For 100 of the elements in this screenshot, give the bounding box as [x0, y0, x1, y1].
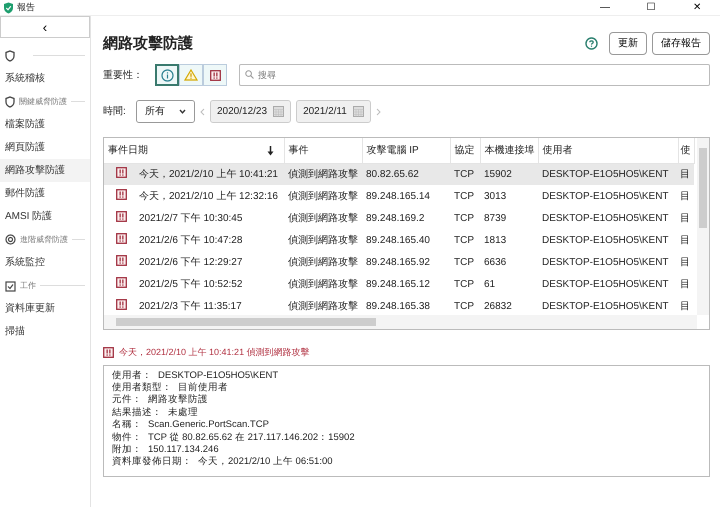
- sidebar-item[interactable]: 系統稽核: [0, 67, 90, 90]
- section-label: 關鍵威脅防護: [19, 96, 67, 108]
- table-cell: DESKTOP-E1O5HO5\KENT: [542, 190, 669, 202]
- table-cell: 偵測到網路攻擊: [288, 278, 358, 290]
- table-cell: 偵測到網路攻擊: [288, 212, 358, 224]
- table-row[interactable]: 2021/2/6 下午 10:47:28 偵測到網路攻擊 89.248.165.40 TCP 1813 DESKTOP-E1O5HO5\KENT 目: [104, 229, 694, 251]
- column-header[interactable]: 使用者: [538, 138, 678, 163]
- table-cell: 今天，2021/2/10 上午 10:41:21: [139, 168, 278, 180]
- clipboard-icon: [5, 280, 16, 292]
- table-cell: 目: [680, 300, 690, 312]
- critical-icon: [210, 70, 220, 80]
- table-cell: 8739: [484, 212, 506, 224]
- table-row[interactable]: 2021/2/6 下午 12:29:27 偵測到網路攻擊 89.248.165.92 TCP 6636 DESKTOP-E1O5HO5\KENT 目: [104, 251, 694, 273]
- table-row[interactable]: 2021/2/7 下午 10:30:45 偵測到網路攻擊 89.248.169.2 TCP 8739 DESKTOP-E1O5HO5\KENT 目: [104, 207, 694, 229]
- column-header[interactable]: 使: [678, 138, 694, 163]
- date-field[interactable]: 2021/2/11: [296, 100, 371, 123]
- critical-filter-button[interactable]: [203, 64, 227, 86]
- table-cell: 目: [680, 278, 690, 290]
- detail-label: 附加：: [112, 444, 142, 456]
- table-cell: 6636: [484, 256, 506, 268]
- table-cell: 89.248.165.12: [366, 278, 430, 290]
- table-cell: TCP: [454, 212, 474, 224]
- critical-icon: [103, 347, 114, 358]
- column-header[interactable]: 事件: [284, 138, 362, 163]
- detail-value: 150.117.134.246: [148, 444, 219, 456]
- info-icon: [160, 68, 174, 82]
- search-field[interactable]: 搜尋: [239, 64, 710, 86]
- sidebar-item[interactable]: 資料庫更新: [0, 297, 90, 320]
- table-cell: TCP: [454, 234, 474, 246]
- table-cell: TCP: [454, 300, 474, 312]
- sidebar-item[interactable]: AMSI 防護: [0, 205, 90, 228]
- critical-icon: [116, 166, 127, 178]
- horizontal-scrollbar[interactable]: [104, 315, 697, 329]
- table-cell: DESKTOP-E1O5HO5\KENT: [542, 278, 669, 290]
- warning-icon: [184, 69, 198, 81]
- table-row[interactable]: 今天，2021/2/10 上午 12:32:16 偵測到網路攻擊 89.248.165.14 TCP 3013 DESKTOP-E1O5HO5\KENT 目: [104, 185, 694, 207]
- table-row[interactable]: 2021/2/3 下午 11:35:17 偵測到網路攻擊 89.248.165.38 TCP 26832 DESKTOP-E1O5HO5\KENT 目: [104, 295, 694, 317]
- minimize-button[interactable]: —: [582, 0, 628, 14]
- table-cell: 89.248.169.2: [366, 212, 424, 224]
- critical-icon: [116, 298, 127, 310]
- maximize-button[interactable]: ☐: [628, 0, 674, 14]
- critical-icon: [116, 210, 127, 222]
- sidebar-item[interactable]: 檔案防護: [0, 113, 90, 136]
- critical-icon: [116, 276, 127, 288]
- sidebar-item[interactable]: 網頁防護: [0, 136, 90, 159]
- table-cell: 61: [484, 278, 496, 290]
- refresh-button[interactable]: 更新: [609, 32, 647, 55]
- column-header[interactable]: 本機連接埠: [480, 138, 538, 163]
- table-cell: 2021/2/5 下午 10:52:52: [139, 278, 242, 290]
- table-cell: 80.82.65.62: [366, 168, 419, 180]
- detail-label: 物件：: [112, 432, 142, 444]
- help-icon[interactable]: [585, 37, 598, 50]
- table-cell: 目: [680, 168, 690, 180]
- detail-value: 未處理: [168, 406, 198, 420]
- date-field[interactable]: 2020/12/23: [210, 100, 292, 123]
- sidebar-item[interactable]: 系統監控: [0, 251, 90, 274]
- calendar-icon[interactable]: [352, 106, 364, 117]
- detail-label: 使用者：: [112, 370, 152, 382]
- time-dropdown[interactable]: 所有: [136, 100, 195, 123]
- critical-icon: [116, 232, 127, 244]
- calendar-icon[interactable]: [273, 106, 284, 117]
- collapse-button[interactable]: ‹: [0, 16, 90, 38]
- detail-label: 元件：: [112, 394, 142, 407]
- table-cell: TCP: [454, 278, 474, 290]
- save-report-button[interactable]: 儲存報告: [652, 32, 710, 55]
- table-cell: 目: [680, 256, 690, 268]
- table-cell: 目: [680, 190, 690, 202]
- table-row[interactable]: 2021/2/5 下午 10:52:52 偵測到網路攻擊 89.248.165.12 TCP 61 DESKTOP-E1O5HO5\KENT 目: [104, 273, 694, 295]
- vertical-scrollbar[interactable]: [697, 138, 709, 315]
- sidebar-item[interactable]: 網路攻擊防護: [0, 159, 90, 182]
- time-label: 時間:: [103, 104, 127, 119]
- sort-arrow-icon: [266, 146, 274, 156]
- column-header[interactable]: 協定: [450, 138, 480, 163]
- table-cell: DESKTOP-E1O5HO5\KENT: [542, 256, 669, 268]
- table-row[interactable]: 今天，2021/2/10 上午 10:41:21 偵測到網路攻擊 80.82.65.62 TCP 15902 DESKTOP-E1O5HO5\KENT 目: [104, 163, 694, 185]
- window-title: 報告: [17, 0, 35, 14]
- table-cell: 2021/2/3 下午 11:35:17: [139, 300, 242, 312]
- shield-icon: [5, 50, 15, 62]
- close-button[interactable]: ✕: [674, 0, 720, 14]
- detail-value: 今天，2021/2/10 上午 06:51:00: [198, 456, 333, 469]
- table-cell: 2021/2/6 下午 12:29:27: [139, 256, 242, 268]
- event-heading: 今天，2021/2/10 上午 10:41:21 偵測到網路攻擊: [119, 346, 310, 359]
- column-header[interactable]: 事件日期: [104, 138, 284, 163]
- detail-label: 資料庫發佈日期：: [112, 456, 192, 469]
- sidebar-item[interactable]: 掃描: [0, 320, 90, 343]
- critical-icon: [116, 188, 127, 200]
- sidebar-item[interactable]: 郵件防護: [0, 182, 90, 205]
- table-cell: 偵測到網路攻擊: [288, 234, 358, 246]
- table-cell: TCP: [454, 190, 474, 202]
- column-header[interactable]: 攻擊電腦 IP: [362, 138, 450, 163]
- table-cell: 目: [680, 212, 690, 224]
- table-cell: DESKTOP-E1O5HO5\KENT: [542, 300, 669, 312]
- app-logo-icon: [3, 2, 14, 14]
- detail-value: 網路攻擊防護: [148, 394, 208, 407]
- info-filter-button[interactable]: [155, 64, 179, 86]
- detail-value: 目前使用者: [178, 382, 228, 394]
- table-cell: 3013: [484, 190, 506, 202]
- detail-label: 使用者類型：: [112, 382, 172, 394]
- table-cell: 2021/2/7 下午 10:30:45: [139, 212, 242, 224]
- table-cell: 目: [680, 234, 690, 246]
